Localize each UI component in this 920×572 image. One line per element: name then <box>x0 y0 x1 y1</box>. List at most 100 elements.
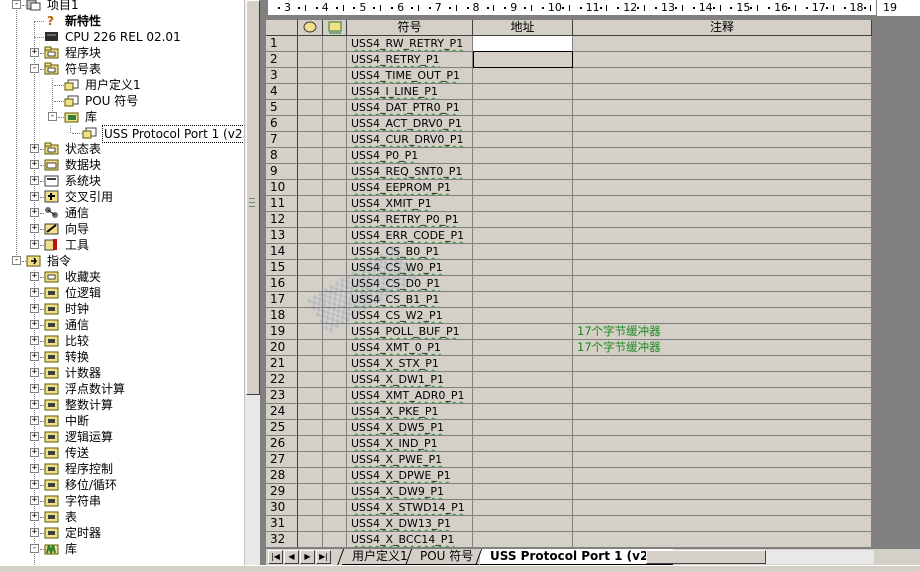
comment-cell[interactable] <box>573 356 872 372</box>
row-marker-cell[interactable] <box>298 148 323 164</box>
row-number[interactable]: 25 <box>266 420 298 436</box>
comment-cell[interactable] <box>573 452 872 468</box>
tree-item[interactable]: + 整数计算 <box>0 397 244 413</box>
row-number[interactable]: 6 <box>266 116 298 132</box>
tree-item[interactable]: + 字符串 <box>0 493 244 509</box>
symbol-cell[interactable]: USS4_X_DPWE_P1 <box>347 468 473 484</box>
row-marker-cell[interactable] <box>298 36 323 52</box>
expand-icon[interactable]: + <box>30 288 39 297</box>
expand-icon[interactable]: + <box>30 304 39 313</box>
row-number[interactable]: 5 <box>266 100 298 116</box>
address-cell[interactable] <box>473 516 573 532</box>
symbol-cell[interactable]: USS4_X_DW9_P1 <box>347 484 473 500</box>
tab-nav-prev-icon[interactable]: ◀ <box>284 550 299 564</box>
row-number[interactable]: 29 <box>266 484 298 500</box>
expand-icon[interactable]: + <box>30 400 39 409</box>
header-corner[interactable] <box>266 20 298 36</box>
symbol-cell[interactable]: USS4_X_DW1_P1 <box>347 372 473 388</box>
row-marker-cell[interactable] <box>323 388 347 404</box>
address-cell[interactable] <box>473 484 573 500</box>
row-marker-cell[interactable] <box>323 132 347 148</box>
row-marker-cell[interactable] <box>298 388 323 404</box>
row-marker-cell[interactable] <box>298 516 323 532</box>
row-number[interactable]: 32 <box>266 532 298 548</box>
comment-cell[interactable] <box>573 436 872 452</box>
symbol-cell[interactable]: USS4_DAT_PTR0_P1 <box>347 100 473 116</box>
comment-cell[interactable] <box>573 260 872 276</box>
row-number[interactable]: 18 <box>266 308 298 324</box>
tree-item[interactable]: USS Protocol Port 1 (v2.3) <box>0 125 244 143</box>
comment-cell[interactable] <box>573 132 872 148</box>
row-marker-cell[interactable] <box>323 228 347 244</box>
comment-cell[interactable] <box>573 196 872 212</box>
address-cell[interactable] <box>473 356 573 372</box>
symbol-cell[interactable]: USS4_X_DW5_P1 <box>347 420 473 436</box>
symbol-cell[interactable]: USS4_I_LINE_P1 <box>347 84 473 100</box>
symbol-cell[interactable]: USS4_CUR_DRV0_P1 <box>347 132 473 148</box>
comment-cell[interactable] <box>573 420 872 436</box>
address-cell[interactable] <box>473 100 573 116</box>
symbol-cell[interactable]: USS4_X_STWD14_P1 <box>347 500 473 516</box>
row-number[interactable]: 2 <box>266 52 298 68</box>
comment-cell[interactable] <box>573 532 872 548</box>
row-number[interactable]: 4 <box>266 84 298 100</box>
tree-item[interactable]: + 移位/循环 <box>0 477 244 493</box>
header-icon-col[interactable] <box>323 20 347 36</box>
row-marker-cell[interactable] <box>323 308 347 324</box>
tree-item[interactable]: + 传送 <box>0 445 244 461</box>
tree-item[interactable]: + 收藏夹 <box>0 269 244 285</box>
expand-icon[interactable]: + <box>30 192 39 201</box>
symbol-cell[interactable]: USS4_X_STX_P1 <box>347 356 473 372</box>
comment-cell[interactable] <box>573 164 872 180</box>
address-cell[interactable] <box>473 116 573 132</box>
row-marker-cell[interactable] <box>323 436 347 452</box>
row-marker-cell[interactable] <box>298 276 323 292</box>
tree-item[interactable]: - 项目1 <box>0 0 244 13</box>
comment-cell[interactable] <box>573 484 872 500</box>
row-marker-cell[interactable] <box>298 420 323 436</box>
symbol-cell[interactable]: USS4_CS_W2_P1 <box>347 308 473 324</box>
row-number[interactable]: 23 <box>266 388 298 404</box>
tree-item[interactable]: + 程序控制 <box>0 461 244 477</box>
row-number[interactable]: 11 <box>266 196 298 212</box>
header-symbol[interactable]: 符号 <box>347 20 473 36</box>
expand-icon[interactable]: + <box>30 416 39 425</box>
address-cell[interactable] <box>473 228 573 244</box>
row-marker-cell[interactable] <box>298 212 323 228</box>
sheet-tab[interactable]: USS Protocol Port 1 (v2.3) <box>480 549 673 565</box>
comment-cell[interactable] <box>573 36 872 52</box>
symbol-cell[interactable]: USS4_CS_B1_P1 <box>347 292 473 308</box>
tree-item[interactable]: + 时钟 <box>0 301 244 317</box>
expand-icon[interactable]: + <box>30 368 39 377</box>
tree-item[interactable]: + 表 <box>0 509 244 525</box>
symbol-cell[interactable]: USS4_TIME_OUT_P1 <box>347 68 473 84</box>
symbol-cell[interactable]: USS4_X_BCC14_P1 <box>347 532 473 548</box>
row-marker-cell[interactable] <box>298 164 323 180</box>
row-marker-cell[interactable] <box>323 164 347 180</box>
symbol-cell[interactable]: USS4_X_IND_P1 <box>347 436 473 452</box>
row-number[interactable]: 8 <box>266 148 298 164</box>
expand-icon[interactable]: + <box>30 224 39 233</box>
address-cell[interactable] <box>473 308 573 324</box>
tree-item[interactable]: + 数据块 <box>0 157 244 173</box>
address-cell[interactable] <box>473 404 573 420</box>
address-cell[interactable] <box>473 452 573 468</box>
address-cell[interactable] <box>473 244 573 260</box>
tree-item[interactable]: 用户定义1 <box>0 77 244 93</box>
row-number[interactable]: 14 <box>266 244 298 260</box>
row-marker-cell[interactable] <box>298 356 323 372</box>
symbol-cell[interactable]: USS4_XMT_0_P1 <box>347 340 473 356</box>
tree-item[interactable]: + 程序块 <box>0 45 244 61</box>
comment-cell[interactable] <box>573 68 872 84</box>
tab-nav-last-icon[interactable]: ▶| <box>316 550 331 564</box>
address-cell[interactable] <box>473 148 573 164</box>
expand-icon[interactable]: + <box>30 208 39 217</box>
expand-icon[interactable]: + <box>30 480 39 489</box>
symbol-cell[interactable]: USS4_POLL_BUF_P1 <box>347 324 473 340</box>
address-cell[interactable] <box>473 164 573 180</box>
tree-item[interactable]: ? 新特性 <box>0 13 244 29</box>
comment-cell[interactable] <box>573 180 872 196</box>
sheet-tab[interactable]: POU 符号 <box>410 549 480 565</box>
address-cell[interactable] <box>473 196 573 212</box>
row-marker-cell[interactable] <box>323 180 347 196</box>
